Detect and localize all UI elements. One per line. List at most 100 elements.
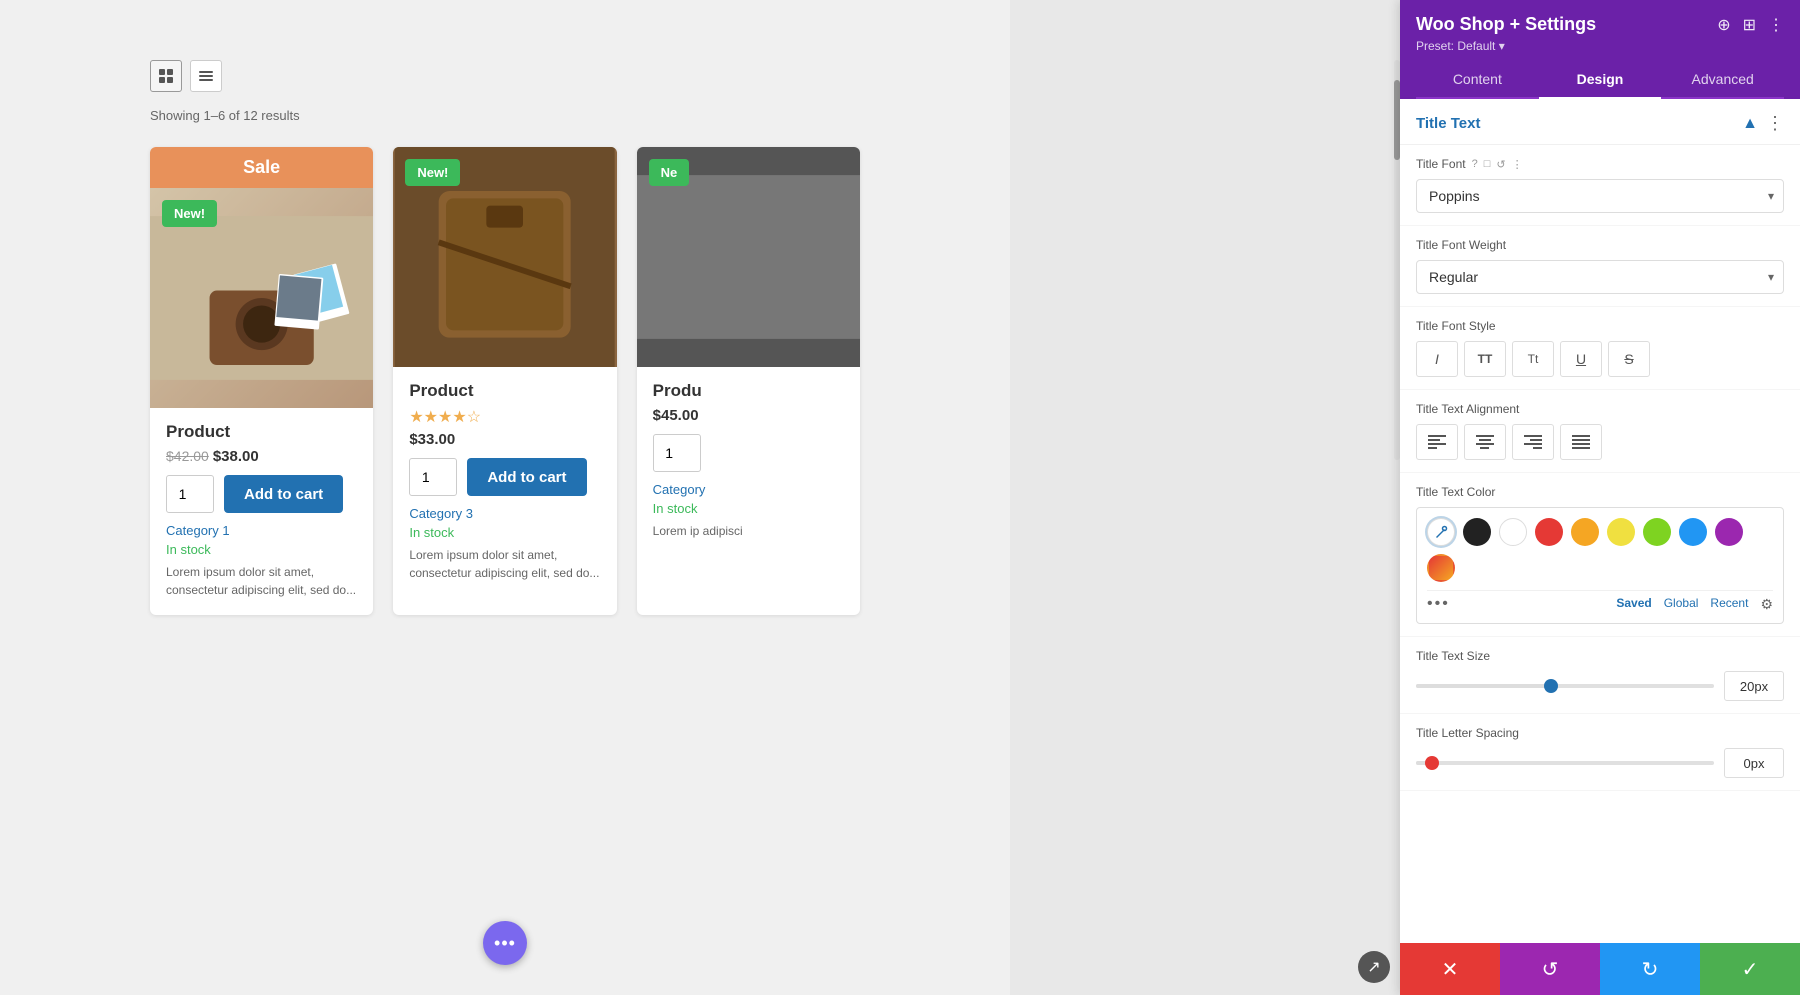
quantity-input[interactable] [653,434,701,472]
letter-spacing-value-input[interactable]: 0px [1724,748,1784,778]
align-right-button[interactable] [1512,424,1554,460]
tab-advanced[interactable]: Advanced [1661,61,1784,97]
add-to-cart-row: Add to cart [409,458,600,496]
right-panel: Woo Shop + Settings ⊕ ⊞ ⋮ Preset: Defaul… [1400,0,1800,995]
gradient-swatch[interactable] [1427,554,1455,582]
product-description: Lorem ipsum dolor sit amet, consectetur … [166,563,357,599]
product-image: New! [393,147,616,367]
price-new: $38.00 [213,448,259,465]
section-collapse-button[interactable]: ▲ [1742,115,1758,133]
saved-tab[interactable]: Saved [1616,596,1651,613]
product-price: $42.00$38.00 [166,448,357,465]
alignment-buttons [1416,424,1784,460]
list-view-button[interactable] [190,60,222,92]
product-info: Produ $45.00 Category In stock Lorem ip … [637,367,860,556]
size-value-input[interactable]: 20px [1724,671,1784,701]
size-slider-track[interactable] [1416,684,1714,688]
product-description: Lorem ip adipisci [653,522,844,540]
layout-icon[interactable]: ⊞ [1743,15,1756,35]
font-weight-select-wrap: Regular Thin Light Medium Bold ▾ [1416,260,1784,294]
uppercase-button[interactable]: TT [1464,341,1506,377]
title-font-label: Title Font ? □ ↺ ⋮ [1416,157,1784,171]
strikethrough-button[interactable]: S [1608,341,1650,377]
slider-fill [1416,684,1550,688]
stock-status: In stock [166,542,357,557]
quantity-input[interactable] [166,475,214,513]
save-icon: ✓ [1742,957,1759,982]
align-justify-button[interactable] [1560,424,1602,460]
red-swatch[interactable] [1535,518,1563,546]
help-icon[interactable]: ? [1472,158,1478,170]
panel-title: Woo Shop + Settings [1416,14,1596,35]
floating-menu-button[interactable]: ••• [483,921,527,965]
product-title: Produ [653,381,844,401]
copy-icon[interactable]: □ [1484,158,1491,170]
tab-design[interactable]: Design [1539,61,1662,99]
category-link[interactable]: Category [653,482,844,497]
category-link[interactable]: Category 3 [409,506,600,521]
results-text: Showing 1–6 of 12 results [150,108,860,123]
italic-button[interactable]: I [1416,341,1458,377]
blue-swatch[interactable] [1679,518,1707,546]
letter-spacing-slider-thumb[interactable] [1425,756,1439,770]
corner-helper-button[interactable]: ↗ [1358,951,1390,983]
product-card: New! Product ★★★★☆ $33.00 Add [393,147,616,615]
title-text-size-label: Title Text Size [1416,649,1784,663]
title-text-alignment-field: Title Text Alignment [1400,390,1800,473]
add-to-cart-button[interactable]: Add to cart [467,458,586,496]
preset-label[interactable]: Preset: Default ▾ [1416,39,1784,53]
quantity-input[interactable] [409,458,457,496]
title-font-select[interactable]: Poppins Open Sans Roboto Lato [1416,179,1784,213]
section-title: Title Text [1416,115,1480,132]
product-description: Lorem ipsum dolor sit amet, consectetur … [409,546,600,582]
capitalize-button[interactable]: Tt [1512,341,1554,377]
letter-spacing-slider-track[interactable] [1416,761,1714,765]
size-slider-thumb[interactable] [1544,679,1558,693]
add-to-cart-button[interactable]: Add to cart [224,475,343,513]
black-swatch[interactable] [1463,518,1491,546]
align-left-button[interactable] [1416,424,1458,460]
more-options-icon[interactable]: ⋮ [1768,15,1784,35]
cancel-icon: ✕ [1442,957,1459,982]
new-badge: New! [162,200,217,227]
color-settings-icon[interactable]: ⚙ [1760,596,1773,613]
title-text-color-field: Title Text Color [1400,473,1800,637]
more-icon[interactable]: ⋮ [1512,158,1523,171]
category-link[interactable]: Category 1 [166,523,357,538]
align-center-button[interactable] [1464,424,1506,460]
undo-button[interactable]: ↺ [1500,943,1600,995]
floating-menu-icon: ••• [494,933,516,954]
green-swatch[interactable] [1643,518,1671,546]
section-more-button[interactable]: ⋮ [1766,113,1784,134]
recent-tab[interactable]: Recent [1710,596,1748,613]
global-tab[interactable]: Global [1664,596,1699,613]
size-slider-row: 20px [1416,671,1784,701]
title-font-weight-select[interactable]: Regular Thin Light Medium Bold [1416,260,1784,294]
settings-icon[interactable]: ⊕ [1717,15,1730,35]
orange-swatch[interactable] [1571,518,1599,546]
reset-icon[interactable]: ↺ [1496,158,1505,171]
title-font-field: Title Font ? □ ↺ ⋮ Poppins Open Sans Rob… [1400,145,1800,226]
add-to-cart-row [653,434,844,472]
product-title: Product [166,422,357,442]
panel-header-top: Woo Shop + Settings ⊕ ⊞ ⋮ [1416,14,1784,35]
product-card: Sale New! Product [150,147,373,615]
redo-icon: ↻ [1642,957,1659,982]
product-image: New! [150,188,373,408]
redo-button[interactable]: ↻ [1600,943,1700,995]
underline-button[interactable]: U [1560,341,1602,377]
purple-swatch[interactable] [1715,518,1743,546]
yellow-swatch[interactable] [1607,518,1635,546]
white-swatch[interactable] [1499,518,1527,546]
eyedropper-swatch[interactable] [1427,518,1455,546]
cancel-button[interactable]: ✕ [1400,943,1500,995]
tab-content[interactable]: Content [1416,61,1539,97]
more-colors-button[interactable]: ••• [1427,595,1450,613]
product-grid: Sale New! Product [150,147,860,615]
undo-icon: ↺ [1542,957,1559,982]
color-picker-footer: ••• Saved Global Recent ⚙ [1427,590,1773,613]
save-button[interactable]: ✓ [1700,943,1800,995]
title-letter-spacing-field: Title Letter Spacing 0px [1400,714,1800,791]
panel-header: Woo Shop + Settings ⊕ ⊞ ⋮ Preset: Defaul… [1400,0,1800,99]
grid-view-button[interactable] [150,60,182,92]
